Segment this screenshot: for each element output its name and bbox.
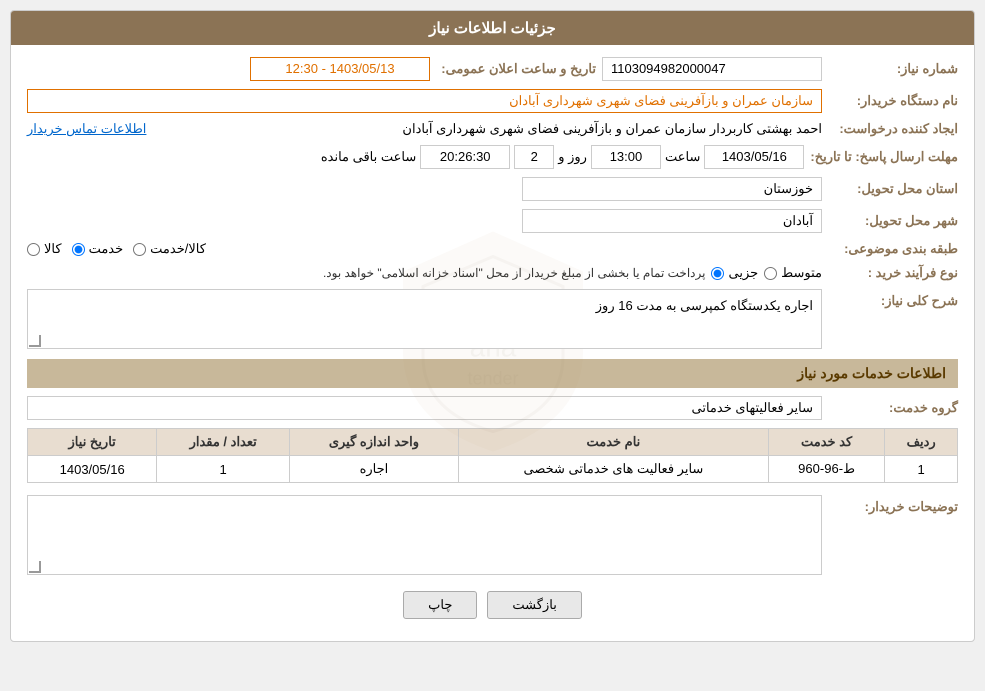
tarikh-label: تاریخ و ساعت اعلان عمومی: xyxy=(436,61,596,77)
farayand-row: نوع فرآیند خرید : متوسط جزیی پرداخت تمام… xyxy=(27,265,958,281)
tabaqe-row: طبقه بندی موضوعی: کالا/خدمت خدمت کالا xyxy=(27,241,958,257)
farayand-radiogroup: متوسط جزیی پرداخت تمام یا بخشی از مبلغ خ… xyxy=(27,265,822,281)
dastgah-row: نام دستگاه خریدار: سازمان عمران و بازآفر… xyxy=(27,89,958,113)
ijadKonande-value: احمد بهشتی کاربردار سازمان عمران و بازآف… xyxy=(150,121,822,137)
tabaqe-kala-khadamat-radio[interactable] xyxy=(133,243,146,256)
shahr-value: آبادان xyxy=(522,209,822,233)
farayand-jozi-label: جزیی xyxy=(728,265,758,281)
ettelaat-link[interactable]: اطلاعات تماس خریدار xyxy=(27,121,146,137)
services-table: ردیف کد خدمت نام خدمت واحد اندازه گیری ت… xyxy=(27,428,958,483)
ersal-saat-label: ساعت xyxy=(665,149,700,165)
ijad-row: ایجاد کننده درخواست: احمد بهشتی کاربردار… xyxy=(27,121,958,137)
cell-namKhadamat: سایر فعالیت های خدماتی شخصی xyxy=(458,456,768,483)
shahr-row: شهر محل تحویل: آبادان xyxy=(27,209,958,233)
farayand-motavasset-radio[interactable] xyxy=(764,267,777,280)
page-title: جزئیات اطلاعات نیاز xyxy=(11,11,974,45)
ostan-label: استان محل تحویل: xyxy=(828,181,958,197)
groheKhadamat-row: گروه خدمت: سایر فعالیتهای خدماتی xyxy=(27,396,958,420)
col-kod: کد خدمت xyxy=(768,429,884,456)
ostan-value: خوزستان xyxy=(522,177,822,201)
mande-value: 20:26:30 xyxy=(420,145,510,169)
farayand-jozi-radio[interactable] xyxy=(711,267,724,280)
sharh-resize xyxy=(29,335,41,347)
tawzih-resize xyxy=(29,561,41,573)
cell-vahed: اجاره xyxy=(290,456,459,483)
tabaqe-khadamat-label: خدمت xyxy=(89,241,124,257)
ersal-roz-label: روز و xyxy=(558,149,587,165)
tabaqe-kala-khadamat-item[interactable]: کالا/خدمت xyxy=(133,241,206,257)
tabaqe-kala-radio[interactable] xyxy=(27,243,40,256)
cell-kodKhadamat: ط-96-960 xyxy=(768,456,884,483)
shahr-label: شهر محل تحویل: xyxy=(828,213,958,229)
col-tedad: تعداد / مقدار xyxy=(157,429,290,456)
groheKhadamat-label: گروه خدمت: xyxy=(828,400,958,416)
back-button[interactable]: بازگشت xyxy=(487,591,581,619)
cell-tedad: 1 xyxy=(157,456,290,483)
farayand-label: نوع فرآیند خرید : xyxy=(828,265,958,281)
ijadKonande-label: ایجاد کننده درخواست: xyxy=(828,121,958,137)
tawzih-label: توضیحات خریدار: xyxy=(828,495,958,515)
farayand-motavasset-label: متوسط xyxy=(781,265,822,281)
tarikh-value: 1403/05/13 - 12:30 xyxy=(250,57,430,81)
groheKhadamat-value: سایر فعالیتهای خدماتی xyxy=(27,396,822,420)
shomareNiaz-label: شماره نیاز: xyxy=(828,61,958,77)
tabaqe-kala-label: کالا xyxy=(44,241,62,257)
farayand-text: پرداخت تمام یا بخشی از مبلغ خریدار از مح… xyxy=(323,266,706,280)
cell-tarikh: 1403/05/16 xyxy=(28,456,157,483)
col-radif: ردیف xyxy=(885,429,958,456)
col-vahed: واحد اندازه گیری xyxy=(290,429,459,456)
farayand-jozi-item[interactable]: جزیی xyxy=(711,265,758,281)
ostan-row: استان محل تحویل: خوزستان xyxy=(27,177,958,201)
tabaqe-label: طبقه بندی موضوعی: xyxy=(828,241,958,257)
col-tarikh: تاریخ نیاز xyxy=(28,429,157,456)
button-row: بازگشت چاپ xyxy=(27,591,958,629)
sharh-label: شرح کلی نیاز: xyxy=(828,289,958,309)
tabaqe-radiogroup: کالا/خدمت خدمت کالا xyxy=(27,241,822,257)
farayand-motavasset-item[interactable]: متوسط xyxy=(764,265,822,281)
sharh-section: شرح کلی نیاز: اجاره یکدستگاه کمپرسی به م… xyxy=(27,289,958,349)
niaz-row: شماره نیاز: 1103094982000047 تاریخ و ساع… xyxy=(27,57,958,81)
namDastgah-value: سازمان عمران و بازآفرینی فضای شهری شهردا… xyxy=(27,89,822,113)
shomareNiaz-value: 1103094982000047 xyxy=(602,57,822,81)
ersal-date: 1403/05/16 xyxy=(704,145,804,169)
sharh-value: اجاره یکدستگاه کمپرسی به مدت 16 روز xyxy=(27,289,822,349)
mohlatErsal-row: مهلت ارسال پاسخ: تا تاریخ: 1403/05/16 سا… xyxy=(27,145,958,169)
col-nam: نام خدمت xyxy=(458,429,768,456)
print-button[interactable]: چاپ xyxy=(403,591,477,619)
ersal-saat: 13:00 xyxy=(591,145,661,169)
cell-radif: 1 xyxy=(885,456,958,483)
table-row: 1ط-96-960سایر فعالیت های خدماتی شخصیاجار… xyxy=(28,456,958,483)
tabaqe-khadamat-radio[interactable] xyxy=(72,243,85,256)
mande-label: ساعت باقی مانده xyxy=(321,149,416,165)
namDastgah-label: نام دستگاه خریدار: xyxy=(828,93,958,109)
tawzih-value xyxy=(27,495,822,575)
khadamat-section-header: اطلاعات خدمات مورد نیاز xyxy=(27,359,958,388)
tabaqe-khadamat-item[interactable]: خدمت xyxy=(72,241,124,257)
tabaqe-kala-khadamat-label: کالا/خدمت xyxy=(150,241,206,257)
mohlatErsal-label: مهلت ارسال پاسخ: تا تاریخ: xyxy=(810,149,958,165)
tabaqe-kala-item[interactable]: کالا xyxy=(27,241,62,257)
ersal-roz: 2 xyxy=(514,145,554,169)
tawzih-section: توضیحات خریدار: xyxy=(27,495,958,575)
